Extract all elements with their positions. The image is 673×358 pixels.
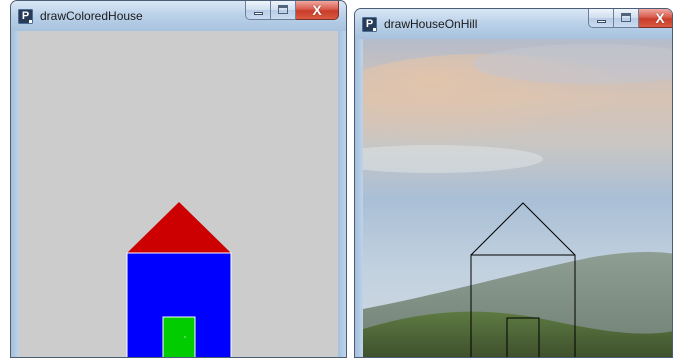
sketch-canvas[interactable] <box>19 31 338 357</box>
house-roof <box>127 202 231 253</box>
window-frame-right <box>338 31 346 357</box>
door-knob <box>184 336 186 338</box>
processing-app-icon[interactable]: P <box>362 17 377 32</box>
window-draw-colored-house[interactable]: P drawColoredHouse X <box>10 0 347 358</box>
close-button[interactable]: X <box>296 1 339 20</box>
window-title: drawColoredHouse <box>40 9 143 23</box>
hill-landscape-drawing <box>363 39 672 357</box>
colored-house-drawing <box>126 202 232 357</box>
caption-buttons: X <box>588 9 672 28</box>
close-icon: X <box>655 10 665 26</box>
window-frame-left <box>11 31 19 357</box>
minimize-button[interactable] <box>588 9 614 28</box>
window-frame-left <box>355 39 363 357</box>
house-door <box>162 316 196 357</box>
maximize-button[interactable] <box>271 1 296 20</box>
minimize-icon <box>254 12 263 15</box>
close-button[interactable]: X <box>639 9 672 28</box>
minimize-icon <box>597 20 606 23</box>
title-bar[interactable]: P drawColoredHouse X <box>11 1 346 31</box>
window-title: drawHouseOnHill <box>384 17 478 31</box>
processing-app-icon[interactable]: P <box>18 9 33 24</box>
maximize-icon <box>621 13 631 22</box>
close-icon: X <box>312 2 322 18</box>
maximize-icon <box>278 5 288 14</box>
maximize-button[interactable] <box>614 9 639 28</box>
title-bar[interactable]: P drawHouseOnHill X <box>355 9 672 39</box>
window-draw-house-on-hill[interactable]: P drawHouseOnHill X <box>354 8 673 358</box>
caption-buttons: X <box>245 1 339 20</box>
minimize-button[interactable] <box>245 1 271 20</box>
sketch-canvas[interactable] <box>363 39 672 357</box>
